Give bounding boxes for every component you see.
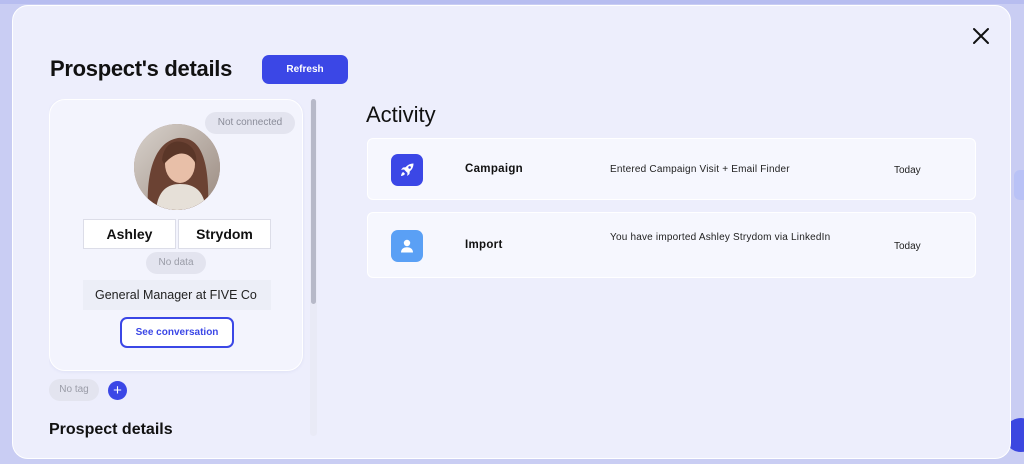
last-name-field[interactable]: Strydom bbox=[178, 219, 271, 249]
activity-item: Import You have imported Ashley Strydom … bbox=[367, 212, 976, 278]
activity-description: Entered Campaign Visit + Email Finder bbox=[610, 164, 790, 175]
activity-time: Today bbox=[894, 241, 921, 252]
close-button[interactable] bbox=[967, 22, 995, 50]
close-icon bbox=[973, 28, 989, 44]
activity-item: Campaign Entered Campaign Visit + Email … bbox=[367, 138, 976, 200]
activity-title: Activity bbox=[366, 102, 436, 127]
no-data-badge: No data bbox=[146, 252, 206, 274]
background-dropdown-chip bbox=[1014, 170, 1024, 200]
add-tag-button[interactable]: + bbox=[108, 381, 127, 400]
prospect-details-heading: Prospect details bbox=[49, 421, 173, 438]
see-conversation-button[interactable]: See conversation bbox=[120, 317, 234, 348]
activity-type: Import bbox=[465, 239, 503, 251]
profile-card: Not connected Ashley Strydom No data Gen… bbox=[49, 99, 303, 371]
job-title-field[interactable]: General Manager at FIVE Co bbox=[83, 280, 271, 310]
panel-scrollbar[interactable] bbox=[310, 99, 317, 436]
prospect-panel: Not connected Ashley Strydom No data Gen… bbox=[49, 99, 305, 439]
background-header bbox=[0, 0, 1024, 4]
connection-status-badge: Not connected bbox=[205, 112, 295, 134]
rocket-icon bbox=[391, 154, 423, 186]
prospect-details-modal: Prospect's details Refresh Not connected bbox=[12, 5, 1011, 459]
activity-description: You have imported Ashley Strydom via Lin… bbox=[610, 232, 831, 243]
page-title: Prospect's details bbox=[50, 56, 233, 81]
scrollbar-thumb[interactable] bbox=[311, 99, 316, 304]
avatar bbox=[134, 124, 220, 210]
refresh-button[interactable]: Refresh bbox=[262, 55, 348, 84]
user-icon bbox=[391, 230, 423, 262]
tag-badge: No tag bbox=[49, 379, 99, 401]
activity-time: Today bbox=[894, 165, 921, 176]
first-name-field[interactable]: Ashley bbox=[83, 219, 176, 249]
activity-type: Campaign bbox=[465, 163, 523, 175]
